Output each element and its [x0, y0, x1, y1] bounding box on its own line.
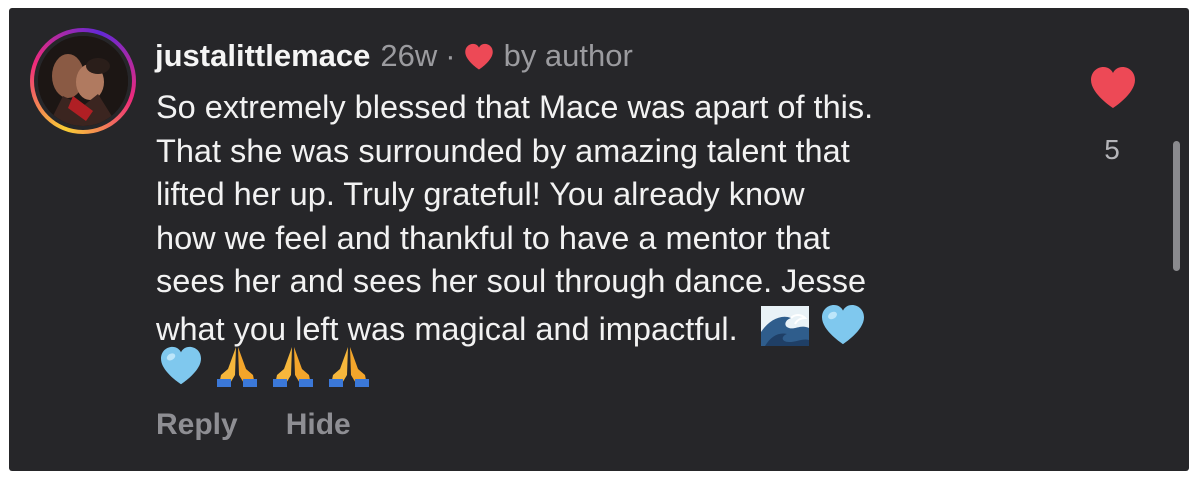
comment-line: lifted her up. Truly grateful! You alrea…	[156, 176, 805, 212]
comment-line: how we feel and thankful to have a mento…	[156, 219, 830, 256]
comment-line: sees her and sees her soul through dance…	[156, 263, 867, 299]
avatar-photo	[38, 36, 128, 126]
avatar[interactable]	[30, 28, 136, 134]
comment-header: justalittlemace 26w · by author	[155, 34, 633, 78]
comment-body: So extremely blessed that Mace was apart…	[156, 86, 1036, 357]
liked-by-author-label: by author	[503, 38, 633, 73]
like-heart-icon[interactable]	[1089, 66, 1137, 110]
like-count: 5	[1104, 134, 1120, 165]
folded-hands-icon	[327, 345, 371, 392]
username[interactable]: justalittlemace	[155, 38, 370, 74]
folded-hands-icon	[271, 345, 315, 392]
scrollbar[interactable]	[1173, 141, 1180, 271]
emoji-row	[159, 345, 371, 391]
comment-actions: Reply Hide	[156, 408, 351, 442]
comment-line: That she was surrounded by amazing talen…	[156, 132, 850, 169]
water-wave-icon	[760, 305, 809, 358]
comment-line: So extremely blessed that Mace was apart…	[156, 89, 874, 125]
hide-button[interactable]: Hide	[286, 408, 351, 442]
light-blue-heart-icon	[159, 346, 203, 391]
comment-line: what you left was magical and impactful.	[156, 310, 738, 347]
separator-dot: ·	[445, 38, 456, 73]
reply-button[interactable]: Reply	[156, 408, 238, 442]
avatar-ring-gap	[34, 32, 132, 130]
liked-by-author-heart-icon	[464, 43, 494, 71]
comment-age: 26w	[380, 38, 438, 73]
light-blue-heart-icon	[820, 304, 866, 358]
comment-card: justalittlemace 26w · by author So extre…	[9, 8, 1189, 471]
folded-hands-icon	[215, 345, 259, 392]
